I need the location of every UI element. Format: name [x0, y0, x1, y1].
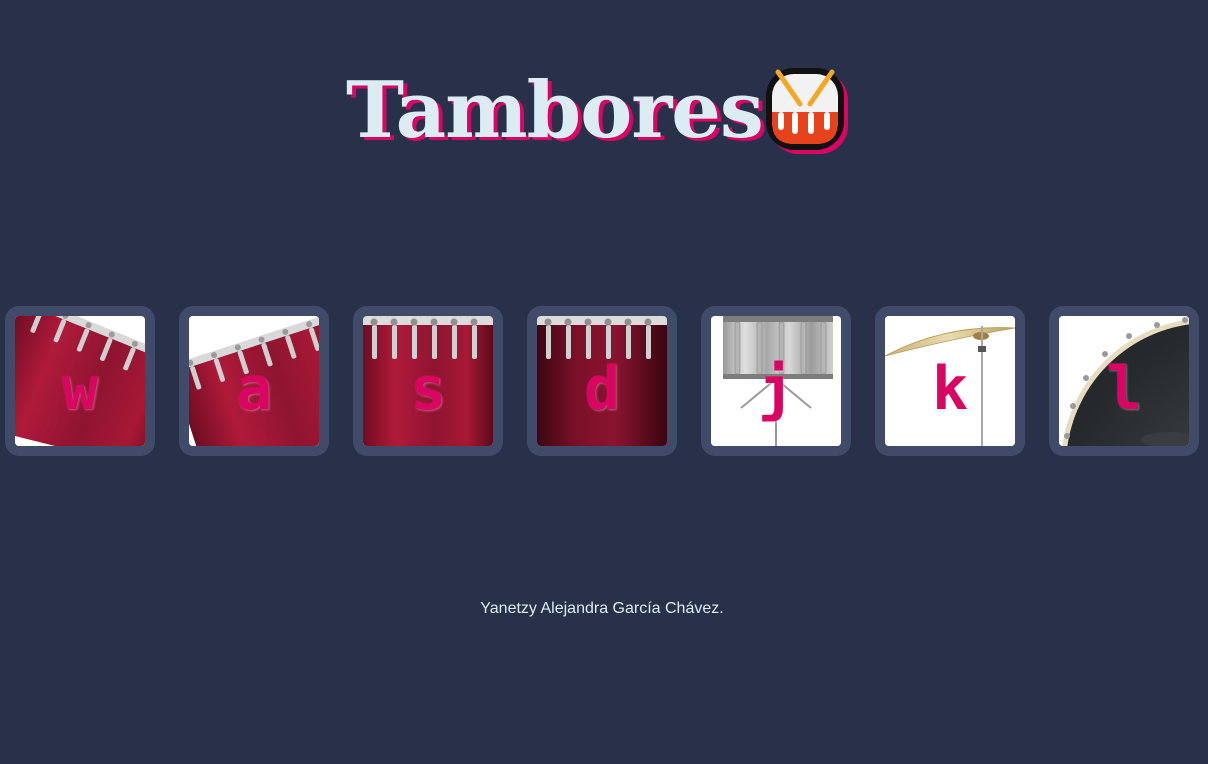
- key-face: s: [363, 316, 493, 446]
- key-face: j: [711, 316, 841, 446]
- drum-key-j[interactable]: j: [701, 306, 851, 456]
- drum-key-w[interactable]: w: [5, 306, 155, 456]
- key-letter: j: [757, 354, 795, 424]
- drum-key-s[interactable]: s: [353, 306, 503, 456]
- page-title: Tambores: [346, 65, 764, 156]
- key-letter: l: [1105, 354, 1143, 424]
- key-letter: k: [931, 354, 969, 424]
- key-letter: w: [61, 354, 99, 424]
- key-face: a: [189, 316, 319, 446]
- drum-key-l[interactable]: l: [1049, 306, 1199, 456]
- drum-key-a[interactable]: a: [179, 306, 329, 456]
- drum-key-k[interactable]: k: [875, 306, 1025, 456]
- drum-emoji-icon: [766, 68, 848, 154]
- key-letter: a: [235, 354, 273, 424]
- key-face: l: [1059, 316, 1189, 446]
- key-face: d: [537, 316, 667, 446]
- key-face: w: [15, 316, 145, 446]
- drum-keys: w a s d j k l: [5, 306, 1205, 456]
- author-credit: Yanetzy Alejandra García Chávez.: [480, 600, 724, 617]
- key-letter: s: [409, 354, 447, 424]
- drum-key-d[interactable]: d: [527, 306, 677, 456]
- key-letter: d: [583, 354, 621, 424]
- drum-kit-page: Tambores w a s d j k l Yanetzy Alejandra…: [0, 0, 1208, 764]
- page-header: Tambores: [0, 62, 1208, 162]
- key-face: k: [885, 316, 1015, 446]
